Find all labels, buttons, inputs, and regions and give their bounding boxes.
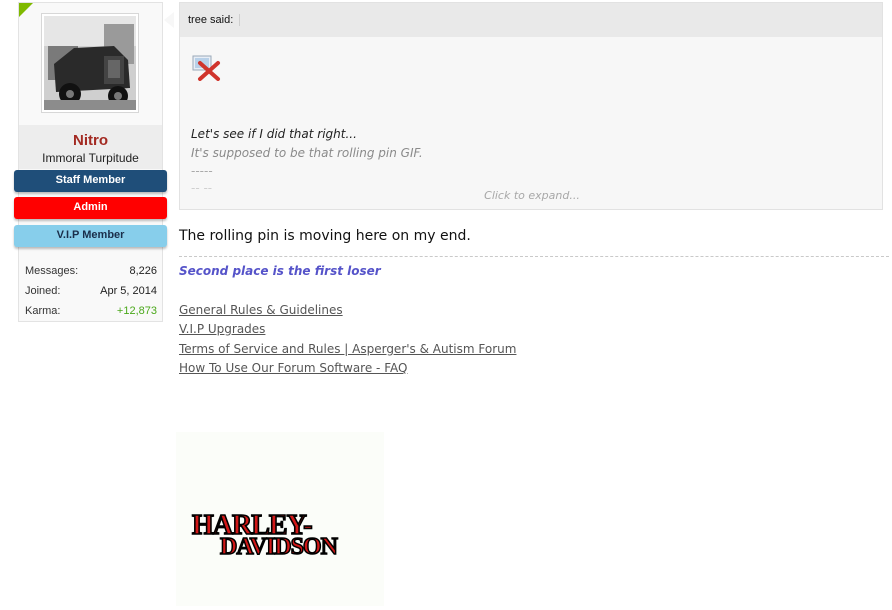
stat-value: +12,873 — [116, 305, 157, 317]
signature-link-faq[interactable]: How To Use Our Forum Software - FAQ — [179, 361, 407, 375]
user-stats: Messages: 8,226 Joined: Apr 5, 2014 Karm… — [25, 261, 157, 321]
stat-messages: Messages: 8,226 — [25, 261, 157, 281]
quote-text-line: Let's see if I did that right... — [191, 127, 357, 141]
avatar-image — [44, 16, 136, 110]
avatar[interactable] — [41, 13, 139, 113]
harley-davidson-logo: HARLEY- DAVIDSON — [176, 432, 384, 606]
admin-banner: Admin — [14, 197, 167, 219]
signature-link-rules[interactable]: General Rules & Guidelines — [179, 303, 343, 317]
quote-block: tree said: Let's see if I did that right… — [179, 2, 883, 210]
stat-karma: Karma: +12,873 — [25, 301, 157, 321]
stat-value: Apr 5, 2014 — [100, 285, 157, 297]
quote-text-line: It's supposed to be that rolling pin GIF… — [191, 146, 423, 160]
stat-label: Joined: — [25, 285, 61, 297]
post-text: The rolling pin is moving here on my end… — [179, 228, 471, 244]
username[interactable]: Nitro — [19, 132, 162, 149]
stat-label: Karma: — [25, 305, 61, 317]
broken-image-icon — [192, 55, 220, 81]
user-info-panel: Nitro Immoral Turpitude Staff Member Adm… — [14, 2, 167, 322]
user-name-box: Nitro Immoral Turpitude — [19, 125, 162, 169]
quote-header-divider — [239, 14, 241, 27]
quote-text-line: ----- — [191, 164, 213, 178]
click-to-expand[interactable]: Click to expand... — [180, 189, 884, 202]
logo-text-line2: DAVIDSON — [220, 534, 339, 560]
signature-divider — [179, 256, 889, 257]
vip-member-banner: V.I.P Member — [14, 225, 167, 247]
staff-member-banner: Staff Member — [14, 170, 167, 192]
message-arrow — [164, 12, 174, 28]
quote-header: tree said: — [180, 3, 882, 37]
user-title: Immoral Turpitude — [42, 151, 139, 165]
online-indicator — [19, 3, 33, 17]
quote-author[interactable]: tree said: — [188, 14, 233, 26]
stat-joined: Joined: Apr 5, 2014 — [25, 281, 157, 301]
signature-motto: Second place is the first loser — [179, 264, 381, 278]
stat-value[interactable]: 8,226 — [129, 261, 157, 281]
signature-link-terms[interactable]: Terms of Service and Rules | Asperger's … — [179, 342, 516, 356]
signature-link-vip[interactable]: V.I.P Upgrades — [179, 322, 265, 336]
stat-label: Messages: — [25, 265, 79, 277]
harley-davidson-logo-image: HARLEY- DAVIDSON — [191, 509, 340, 561]
